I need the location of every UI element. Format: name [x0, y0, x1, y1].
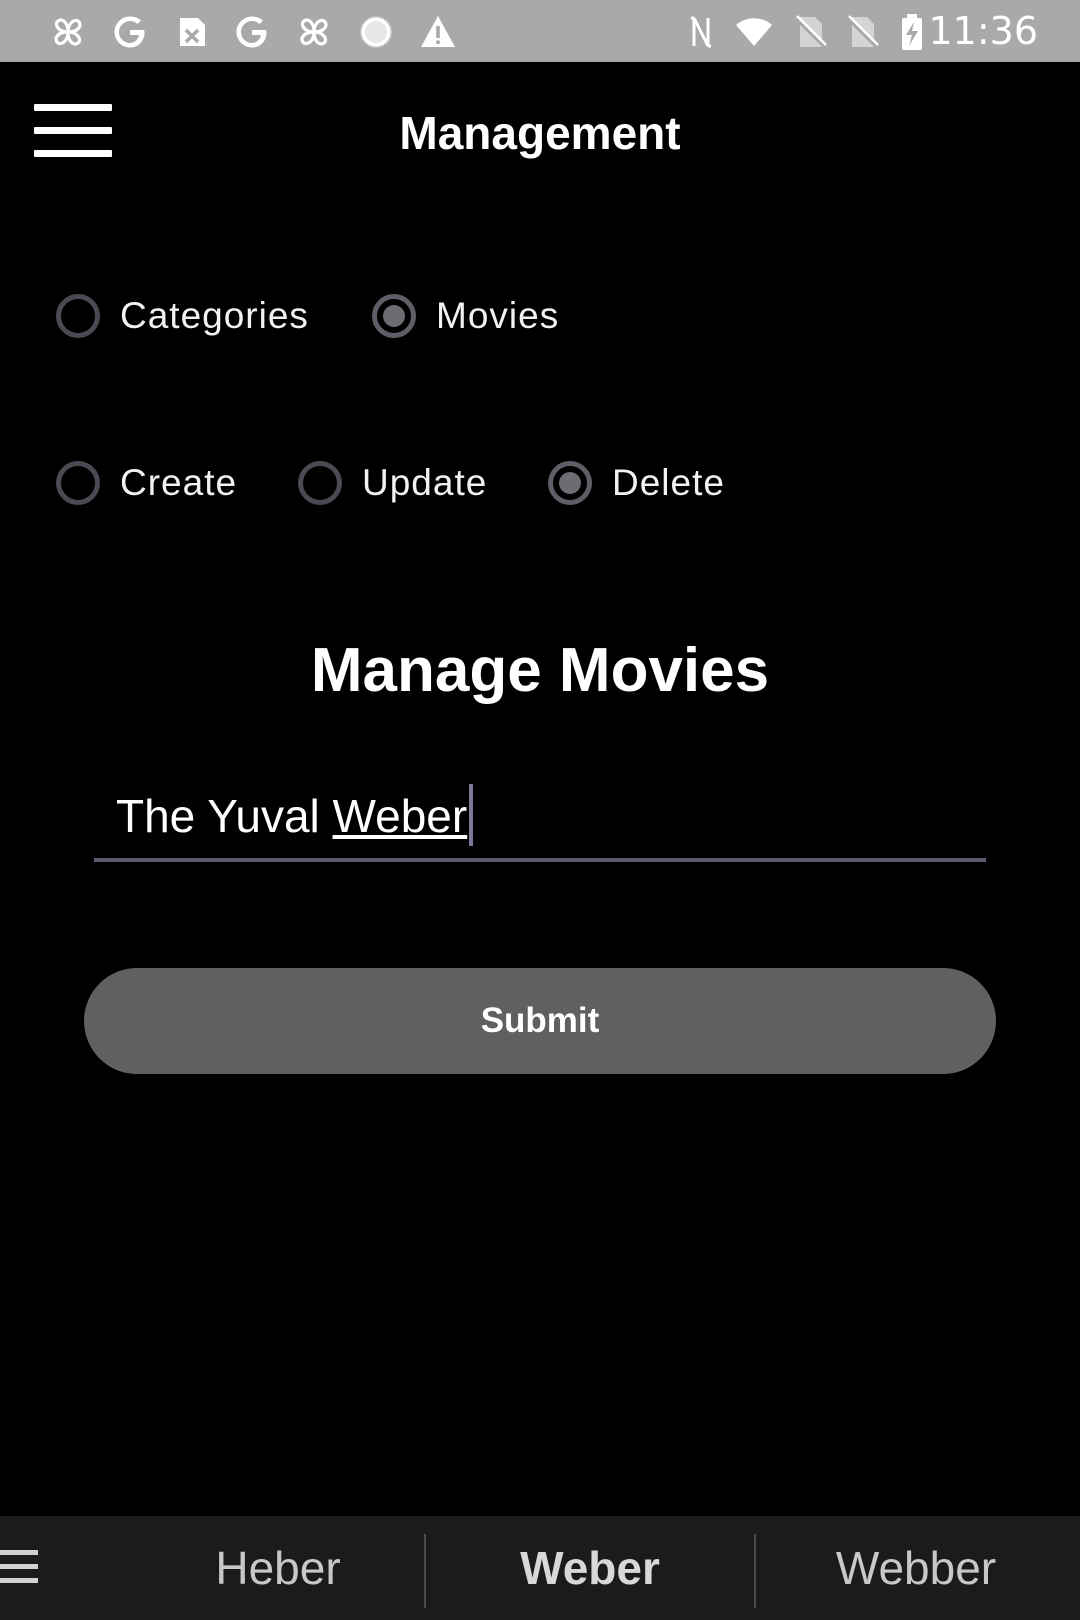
no-sim-icon [788, 10, 832, 54]
radio-categories[interactable]: Categories [56, 286, 309, 346]
pinwheel-icon-2 [292, 10, 336, 54]
radio-label: Delete [612, 462, 725, 503]
image-off-icon [170, 10, 214, 54]
screen: 11:36 Management Categories Movies Creat… [0, 0, 1080, 1620]
radio-delete[interactable]: Delete [548, 453, 725, 513]
radio-movies[interactable]: Movies [372, 286, 559, 346]
radio-label: Create [120, 462, 238, 503]
suggestion-right[interactable]: Webber [756, 1516, 1076, 1620]
input-composing-text: Weber [332, 790, 468, 842]
pinwheel-icon [46, 10, 90, 54]
keyboard-menu-icon[interactable] [0, 1548, 40, 1588]
radio-update[interactable]: Update [298, 453, 487, 513]
status-time: 11:36 [928, 9, 1038, 53]
radio-unchecked-icon [56, 461, 100, 505]
radio-label: Movies [436, 295, 560, 336]
no-sim-icon-2 [840, 10, 884, 54]
app-bar: Management [0, 62, 1080, 212]
movie-name-input[interactable]: The Yuval Weber [94, 778, 986, 862]
wifi-icon [732, 10, 776, 54]
warning-icon [416, 10, 460, 54]
nfc-icon [680, 10, 724, 54]
input-prefix-text: The Yuval [116, 790, 333, 842]
page-title: Management [399, 107, 681, 159]
suggestion-center[interactable]: Weber [426, 1516, 754, 1620]
radio-unchecked-icon [56, 294, 100, 338]
section-title: Manage Movies [310, 636, 770, 705]
radio-label: Update [362, 462, 488, 503]
text-caret [469, 784, 474, 846]
radio-label: Categories [120, 295, 309, 336]
battery-charging-icon [890, 10, 934, 54]
google-icon [108, 10, 152, 54]
google-icon-2 [230, 10, 274, 54]
radio-unchecked-icon [298, 461, 342, 505]
status-bar: 11:36 [0, 0, 1080, 62]
radio-create[interactable]: Create [56, 453, 237, 513]
suggestion-left[interactable]: Heber [110, 1516, 446, 1620]
loading-icon [354, 10, 398, 54]
input-value: The Yuval Weber [116, 784, 474, 846]
radio-checked-icon [372, 294, 416, 338]
radio-checked-icon [548, 461, 592, 505]
submit-button[interactable]: Submit [84, 968, 996, 1074]
keyboard-suggestion-bar: Heber Weber Webber [0, 1516, 1080, 1620]
